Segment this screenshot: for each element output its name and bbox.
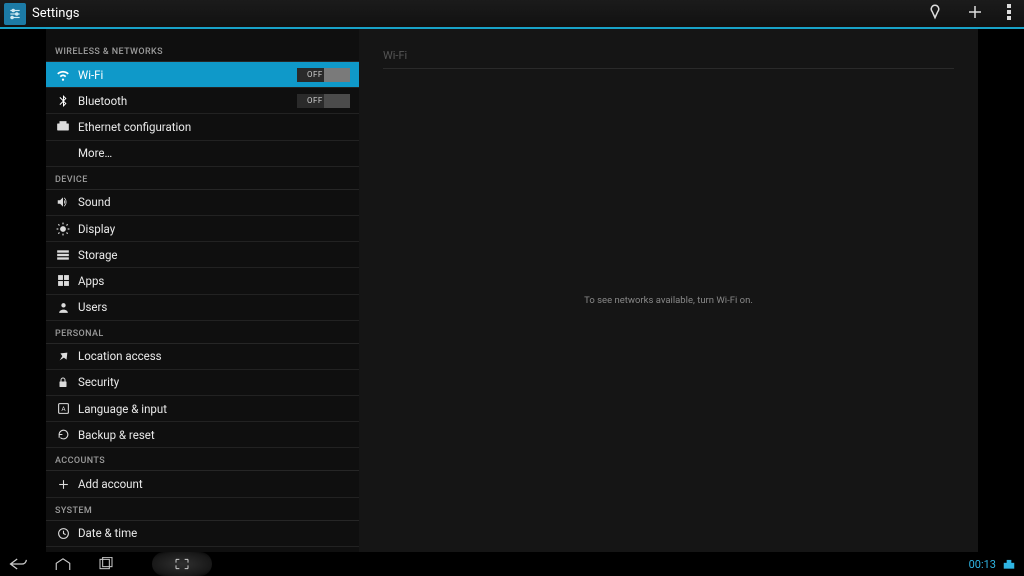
sidebar-item-label: Sound — [78, 195, 350, 209]
sidebar-item-ethernet[interactable]: Ethernet configuration — [46, 114, 359, 140]
sidebar-item-label: Security — [78, 375, 350, 389]
back-button[interactable] — [8, 557, 28, 571]
empty-state-message: To see networks available, turn Wi-Fi on… — [584, 295, 753, 306]
settings-list: WIRELESS & NETWORKS Wi-Fi OFF Bluetooth … — [46, 29, 359, 552]
clock-icon — [55, 527, 71, 540]
sidebar-item-label: Users — [78, 300, 350, 314]
wps-icon[interactable] — [926, 3, 944, 25]
sidebar-item-bluetooth[interactable]: Bluetooth OFF — [46, 88, 359, 114]
location-icon — [55, 350, 71, 363]
section-header-device: DEVICE — [46, 167, 359, 190]
navigation-bar: 00:13 — [0, 552, 1024, 576]
sidebar-item-display[interactable]: Display — [46, 216, 359, 242]
sidebar-item-label: Language & input — [78, 402, 350, 416]
add-network-icon[interactable] — [966, 3, 984, 25]
sidebar-item-language[interactable]: A Language & input — [46, 396, 359, 422]
settings-app-icon — [4, 3, 26, 25]
overflow-menu-icon[interactable] — [1006, 3, 1012, 25]
wifi-toggle[interactable]: OFF — [297, 68, 350, 82]
wifi-icon — [55, 68, 71, 82]
sidebar-item-label: Location access — [78, 349, 350, 363]
sidebar-item-label: Storage — [78, 248, 350, 262]
sidebar-item-label: Display — [78, 222, 350, 236]
lock-icon — [55, 376, 71, 389]
sidebar-item-location[interactable]: Location access — [46, 344, 359, 370]
sidebar-item-label: Ethernet configuration — [78, 120, 350, 134]
sound-icon — [55, 195, 71, 209]
home-button[interactable] — [54, 557, 72, 571]
right-gutter — [978, 29, 1024, 552]
sidebar-item-apps[interactable]: Apps — [46, 268, 359, 294]
section-header-wireless: WIRELESS & NETWORKS — [46, 37, 359, 62]
sidebar-item-label: More… — [78, 146, 350, 160]
detail-panel-title: Wi-Fi — [383, 49, 954, 69]
sidebar-item-label: Add account — [78, 477, 350, 491]
sidebar-item-sound[interactable]: Sound — [46, 190, 359, 216]
ethernet-icon — [55, 121, 71, 133]
sidebar-item-add-account[interactable]: Add account — [46, 471, 359, 497]
sidebar-item-more[interactable]: More… — [46, 141, 359, 167]
sidebar-item-security[interactable]: Security — [46, 370, 359, 396]
sidebar-item-label: Wi-Fi — [78, 68, 297, 82]
detail-panel: Wi-Fi To see networks available, turn Wi… — [359, 29, 978, 552]
section-header-accounts: ACCOUNTS — [46, 448, 359, 471]
backup-icon — [55, 428, 71, 441]
section-header-system: SYSTEM — [46, 498, 359, 521]
display-icon — [55, 222, 71, 236]
sidebar-item-label: Bluetooth — [78, 94, 297, 108]
screenshot-button[interactable] — [152, 552, 212, 576]
bluetooth-icon — [55, 94, 71, 108]
sidebar-item-label: Date & time — [78, 526, 350, 540]
page-title: Settings — [32, 6, 926, 21]
language-icon: A — [55, 402, 71, 415]
sidebar-item-backup[interactable]: Backup & reset — [46, 422, 359, 448]
left-gutter — [0, 29, 46, 552]
section-header-personal: PERSONAL — [46, 321, 359, 344]
sidebar-item-storage[interactable]: Storage — [46, 242, 359, 268]
plus-icon — [55, 478, 71, 491]
users-icon — [55, 301, 71, 314]
sidebar-item-datetime[interactable]: Date & time — [46, 521, 359, 547]
svg-text:A: A — [61, 405, 66, 413]
bluetooth-toggle[interactable]: OFF — [297, 94, 350, 108]
status-clock: 00:13 — [969, 558, 996, 571]
storage-icon — [55, 249, 71, 261]
sidebar-item-label: Apps — [78, 274, 350, 288]
sidebar-item-users[interactable]: Users — [46, 295, 359, 321]
recent-apps-button[interactable] — [98, 557, 114, 571]
ethernet-status-icon — [1002, 555, 1016, 574]
sidebar-item-wifi[interactable]: Wi-Fi OFF — [46, 62, 359, 88]
sidebar-item-label: Backup & reset — [78, 428, 350, 442]
action-bar: Settings — [0, 0, 1024, 29]
apps-icon — [55, 274, 71, 287]
